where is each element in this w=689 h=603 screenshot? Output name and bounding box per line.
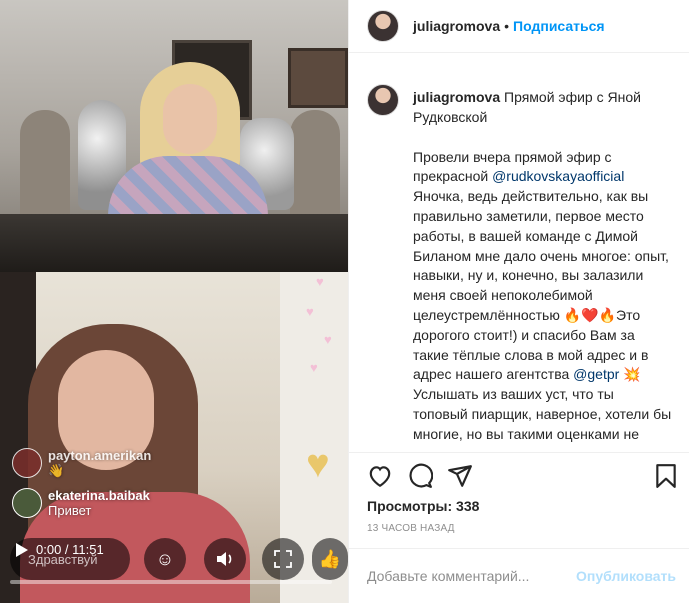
follow-button[interactable]: Подписаться: [513, 18, 605, 34]
speaker-icon: [217, 552, 232, 566]
comment-bubble-icon[interactable]: [407, 463, 433, 489]
heart-icon: ♥: [324, 332, 332, 347]
post-actions: [349, 452, 689, 496]
views-count[interactable]: Просмотры: 338: [367, 498, 479, 514]
live-video-player[interactable]: ♥ ♥ ♥ ♥ ♥ payton.amerikan 👋 ekaterina.ba…: [0, 0, 348, 603]
sound-button[interactable]: [204, 538, 246, 580]
comment-username: payton.amerikan: [48, 448, 152, 463]
host-face: [163, 84, 217, 154]
avatar[interactable]: [367, 84, 399, 116]
separator-dot: •: [504, 18, 510, 34]
fullscreen-button[interactable]: [262, 538, 304, 580]
laugh-icon: ☺: [155, 548, 175, 569]
heart-icon: ♥: [306, 442, 330, 486]
caption: juliagromova Прямой эфир с Яной Рудковск…: [367, 70, 672, 446]
wall-picture: [288, 48, 348, 108]
praise-reaction-button[interactable]: 👍: [312, 538, 348, 580]
comment-input[interactable]: [367, 568, 577, 584]
floating-hearts: ♥ ♥ ♥ ♥: [300, 270, 348, 390]
thumbs-up-icon: 👍: [318, 548, 342, 569]
comment-text: 👋: [48, 463, 65, 478]
seek-bar[interactable]: [10, 580, 332, 584]
comment-form: Опубликовать: [349, 548, 689, 603]
post-header: juliagromova • Подписаться: [349, 0, 689, 53]
heart-icon: ♥: [306, 304, 314, 319]
fullscreen-icon: [274, 550, 292, 568]
play-icon[interactable]: [16, 542, 28, 557]
publish-button[interactable]: Опубликовать: [576, 568, 676, 584]
post-sidebar: juliagromova • Подписаться juliagromova …: [348, 0, 689, 603]
avatar: [12, 488, 42, 518]
heart-outline-icon[interactable]: [367, 463, 393, 489]
mention-link[interactable]: @rudkovskayaofficial: [492, 168, 624, 184]
paper-plane-icon[interactable]: [447, 463, 473, 489]
mention-link[interactable]: @getpr: [573, 366, 619, 382]
live-comment: ekaterina.baibak Привет: [12, 488, 150, 518]
laugh-reaction-button[interactable]: ☺: [144, 538, 186, 580]
live-comment: payton.amerikan 👋: [12, 448, 151, 479]
caption-username[interactable]: juliagromova: [413, 89, 500, 105]
video-controls: Здравствуй ☺ 👍 0:00 / 11:51: [0, 530, 348, 603]
table: [0, 214, 348, 272]
playback-bar: 0:00 / 11:51: [12, 542, 104, 557]
caption-middle: Яночка, ведь действительно, как вы прави…: [413, 188, 669, 383]
caption-text: juliagromova Прямой эфир с Яной Рудковск…: [413, 70, 672, 446]
host-video-feed: [0, 0, 348, 272]
comment-text: Привет: [48, 503, 92, 518]
time-display: 0:00 / 11:51: [36, 542, 104, 557]
caption-area[interactable]: juliagromova Прямой эфир с Яной Рудковск…: [349, 54, 689, 446]
header-username[interactable]: juliagromova: [413, 18, 500, 34]
post-timestamp[interactable]: 13 часов назад: [367, 523, 455, 534]
comment-username: ekaterina.baibak: [48, 488, 150, 503]
caption-body: Провели вчера прямой эфир с прекрасной @…: [413, 148, 672, 446]
bookmark-icon[interactable]: [653, 463, 679, 489]
avatar: [12, 448, 42, 478]
avatar[interactable]: [367, 10, 399, 42]
heart-icon: ♥: [316, 274, 324, 289]
heart-icon: ♥: [310, 360, 318, 375]
